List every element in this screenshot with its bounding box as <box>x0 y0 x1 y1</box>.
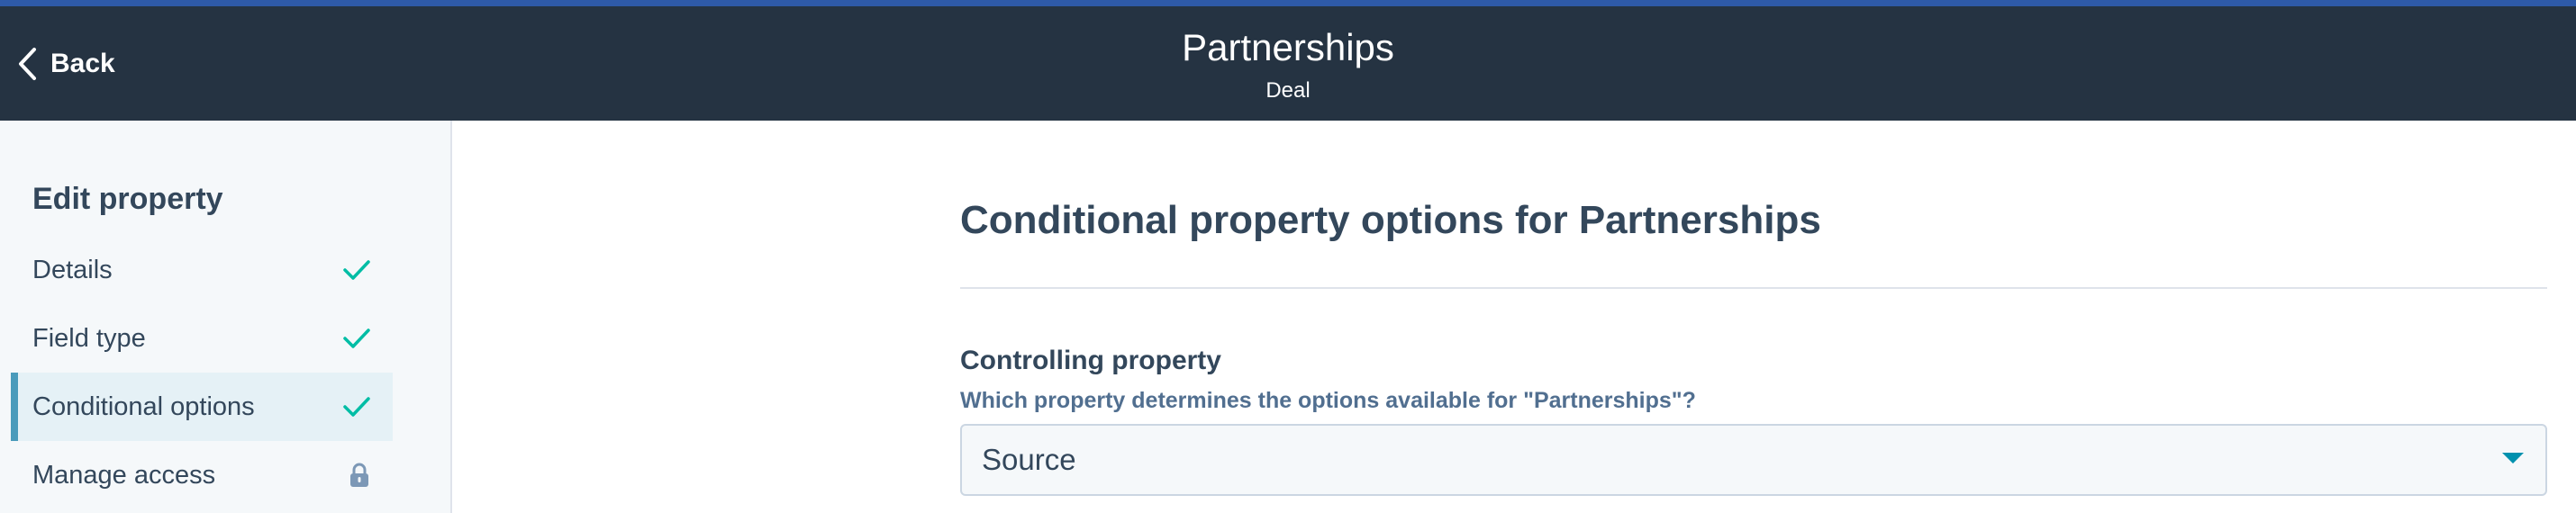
object-type-label: Deal <box>1265 77 1311 103</box>
back-label: Back <box>50 48 115 78</box>
sidebar-item-details[interactable]: Details <box>11 236 393 304</box>
top-accent-bar <box>0 0 2576 6</box>
header-bar: Partnerships Deal Back <box>0 6 2576 121</box>
select-value: Source <box>982 443 1076 476</box>
check-icon <box>342 327 371 350</box>
header-title-block: Partnerships Deal <box>0 6 2576 121</box>
controlling-property-select[interactable]: Source <box>960 424 2547 496</box>
sidebar-item-label: Manage access <box>32 460 216 490</box>
back-button[interactable]: Back <box>16 6 115 121</box>
section-divider <box>960 287 2547 289</box>
sidebar-item-label: Field type <box>32 323 146 353</box>
caret-down-icon <box>2500 451 2526 470</box>
sidebar-item-field-type[interactable]: Field type <box>11 304 393 373</box>
sidebar-item-manage-access[interactable]: Manage access <box>11 441 393 509</box>
sidebar-item-label: Conditional options <box>32 392 255 421</box>
sidebar-item-conditional-options[interactable]: Conditional options <box>11 373 393 441</box>
page-title: Conditional property options for Partner… <box>960 198 1821 242</box>
main-content: Conditional property options for Partner… <box>454 121 2576 513</box>
check-icon <box>342 258 371 282</box>
lock-icon <box>348 462 371 489</box>
controlling-property-label: Controlling property <box>960 346 1221 375</box>
check-icon <box>342 395 371 418</box>
sidebar-item-label: Details <box>32 255 113 284</box>
record-title: Partnerships <box>1182 25 1394 68</box>
controlling-property-help: Which property determines the options av… <box>960 388 1696 413</box>
edit-property-sidebar: Edit property Details Field type Conditi… <box>0 121 452 513</box>
sidebar-heading: Edit property <box>32 182 223 216</box>
chevron-left-icon <box>16 46 38 82</box>
